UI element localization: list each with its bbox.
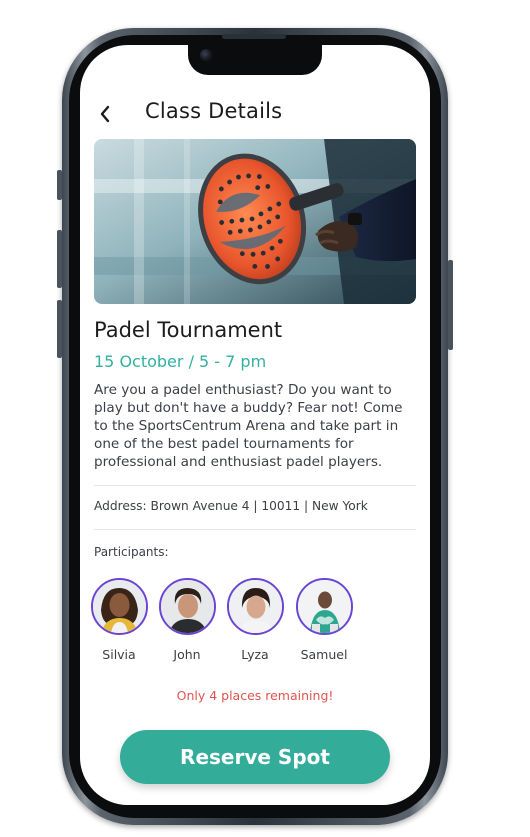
person-lyza-image <box>228 580 282 633</box>
participant-lyza[interactable]: Lyza <box>215 578 295 662</box>
avatar <box>295 578 353 635</box>
speaker-grille <box>222 34 286 39</box>
volume-up-button <box>57 230 62 288</box>
chevron-left-icon <box>100 105 110 123</box>
event-date: 15 October / 5 - 7 pm <box>94 352 267 371</box>
mute-switch <box>57 170 62 200</box>
divider <box>94 485 416 486</box>
reserve-spot-button[interactable]: Reserve Spot <box>120 730 390 784</box>
power-button <box>448 260 453 350</box>
person-silvia-image <box>92 580 146 633</box>
front-camera <box>200 49 212 61</box>
participant-name: Lyza <box>241 647 269 662</box>
participant-name: Samuel <box>300 647 348 662</box>
avatar <box>226 578 284 635</box>
avatar <box>90 578 148 635</box>
participant-samuel[interactable]: Samuel <box>284 578 364 662</box>
person-samuel-image <box>297 580 351 633</box>
places-remaining-text: Only 4 places remaining! <box>176 688 334 703</box>
event-description: Are you a padel enthusiast? Do you want … <box>94 382 403 470</box>
avatar <box>158 578 216 635</box>
back-button[interactable] <box>94 102 116 126</box>
page-title: Class Details <box>145 99 283 123</box>
event-title: Padel Tournament <box>94 318 283 342</box>
participants-label: Participants: <box>94 545 169 559</box>
person-john-image <box>160 580 214 633</box>
event-image <box>94 139 416 304</box>
divider <box>94 529 416 530</box>
event-address: Address: Brown Avenue 4 | 10011 | New Yo… <box>94 499 368 513</box>
volume-down-button <box>57 300 62 358</box>
padel-racket-image <box>94 139 416 304</box>
